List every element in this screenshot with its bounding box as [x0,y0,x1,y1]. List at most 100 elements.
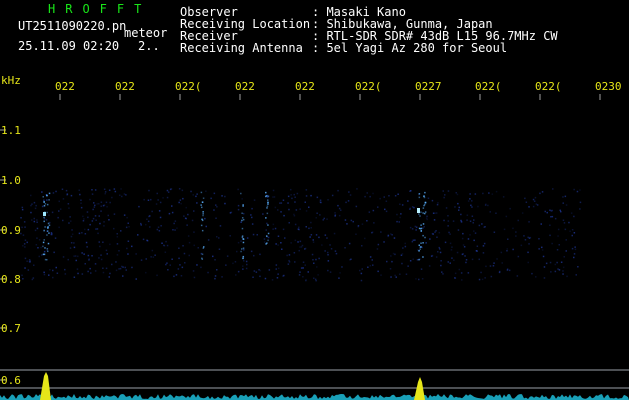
noise-dot [556,249,559,251]
noise-dot [127,253,129,255]
noise-dot [554,270,557,273]
noise-dot [517,255,520,258]
noise-dot [41,205,44,208]
noise-dot [24,267,26,269]
noise-dot [474,193,477,195]
meteor-pixel [418,227,421,230]
noise-dot [400,213,402,215]
noise-dot [195,195,197,198]
noise-dot [348,191,350,193]
noise-dot [456,193,459,196]
noise-dot [216,206,218,208]
noise-dot [461,253,464,256]
noise-dot [414,225,417,228]
noise-dot [38,255,40,258]
noise-dot [81,273,84,275]
noise-dot [48,274,50,276]
noise-dot [91,255,93,257]
noise-dot [163,245,166,247]
noise-dot [148,189,150,192]
noise-dot [507,238,509,240]
noise-dot [219,225,222,227]
noise-dot [98,215,100,217]
noise-dot [93,206,96,208]
noise-dot [46,199,48,201]
noise-dot [277,267,280,270]
noise-dot [356,188,358,190]
noise-dot [405,273,408,275]
noise-dot [396,213,398,216]
noise-dot [367,266,369,268]
noise-dot [389,268,392,270]
noise-dot [554,263,557,266]
noise-dot [58,200,60,203]
noise-dot [393,237,396,239]
noise-dot [449,233,451,235]
noise-dot [441,271,443,273]
noise-dot [150,256,152,258]
noise-dot [467,200,470,202]
noise-dot [179,199,182,201]
noise-dot [165,263,167,266]
noise-dot [55,190,57,193]
noise-dot [388,195,390,197]
noise-dot [293,252,296,254]
noise-dot [372,209,375,212]
noise-dot [272,196,274,198]
noise-dot [135,253,137,255]
noise-dot [283,214,285,217]
noise-dot [575,274,577,276]
noise-dot [562,196,564,198]
meteor-pixel [241,248,243,250]
noise-dot [571,247,574,250]
noise-dot [89,267,91,270]
meteor-pixel [42,253,45,256]
noise-dot [535,276,537,278]
noise-dot [89,198,91,201]
noise-dot [339,272,341,274]
meteor-pixel [43,216,45,219]
noise-dot [476,250,478,252]
noise-dot [327,254,329,256]
noise-dot [151,210,153,213]
noise-dot [57,216,59,219]
noise-dot [253,199,256,201]
meteor-pixel [43,201,45,203]
noise-dot [512,248,514,251]
noise-dot [277,209,279,211]
noise-dot [435,212,438,214]
noise-dot [221,276,223,278]
noise-dot [426,215,428,218]
noise-dot [174,220,177,222]
noise-dot [409,207,411,210]
noise-dot [423,226,425,228]
noise-dot [573,232,576,234]
noise-dot [156,228,159,231]
noise-dot [174,229,176,231]
noise-dot [532,205,535,208]
noise-dot [320,201,322,204]
noise-dot [482,192,484,195]
meteor-pixel [202,214,204,217]
noise-dot [103,225,105,227]
noise-dot [95,228,97,230]
noise-dot [390,255,392,257]
noise-dot [196,264,198,266]
noise-dot [33,201,36,204]
noise-dot [473,219,475,221]
noise-dot [558,269,561,271]
noise-dot [224,202,226,205]
noise-dot [279,202,281,204]
noise-dot [167,269,169,271]
noise-dot [53,251,55,254]
noise-dot [73,276,76,278]
noise-dot [314,278,317,281]
noise-dot [294,261,296,263]
meteor-pixel [200,224,203,227]
noise-dot [49,269,51,271]
noise-dot [560,261,563,263]
noise-dot [213,209,215,211]
noise-dot [435,230,437,232]
noise-dot [64,268,66,271]
meteor-pixel [423,195,425,197]
